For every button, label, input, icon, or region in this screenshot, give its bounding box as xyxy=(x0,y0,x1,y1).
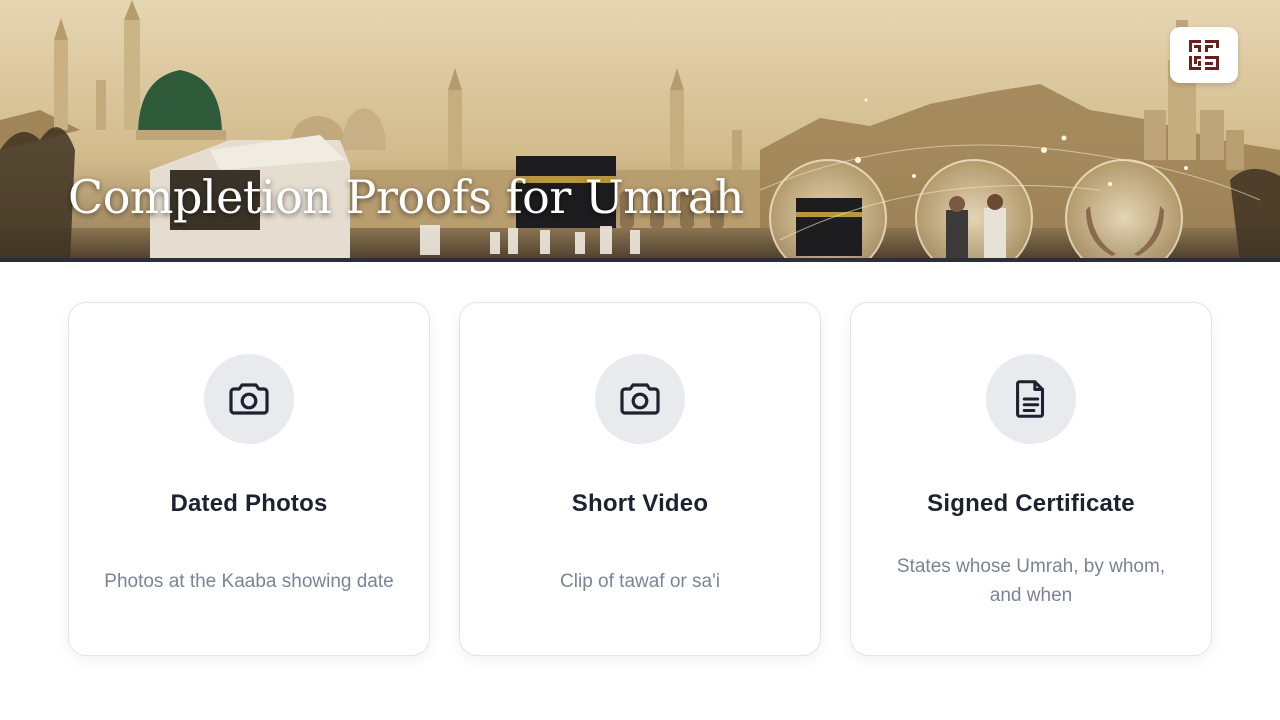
camera-icon xyxy=(620,383,660,415)
camera-icon xyxy=(229,383,269,415)
icon-badge xyxy=(204,354,294,444)
page-title: Completion Proofs for Umrah xyxy=(68,170,744,224)
card-description: Photos at the Kaaba showing date xyxy=(104,570,394,592)
proof-cards: Dated Photos Photos at the Kaaba showing… xyxy=(68,302,1213,656)
card-description: Clip of tawaf or sa'i xyxy=(560,570,720,592)
card-title: Short Video xyxy=(571,490,709,517)
document-icon xyxy=(1016,380,1045,418)
card-description: States whose Umrah, by whom, and when xyxy=(896,556,1166,606)
hero-banner: Completion Proofs for Umrah xyxy=(0,0,1280,262)
qr-logo-icon xyxy=(1189,40,1219,70)
card-dated-photos[interactable]: Dated Photos Photos at the Kaaba showing… xyxy=(68,302,430,656)
icon-badge xyxy=(986,354,1076,444)
card-signed-certificate[interactable]: Signed Certificate States whose Umrah, b… xyxy=(850,302,1212,656)
icon-badge xyxy=(595,354,685,444)
card-short-video[interactable]: Short Video Clip of tawaf or sa'i xyxy=(459,302,821,656)
card-title: Dated Photos xyxy=(170,490,328,517)
logo-button[interactable] xyxy=(1170,27,1238,83)
card-title: Signed Certificate xyxy=(927,490,1135,517)
